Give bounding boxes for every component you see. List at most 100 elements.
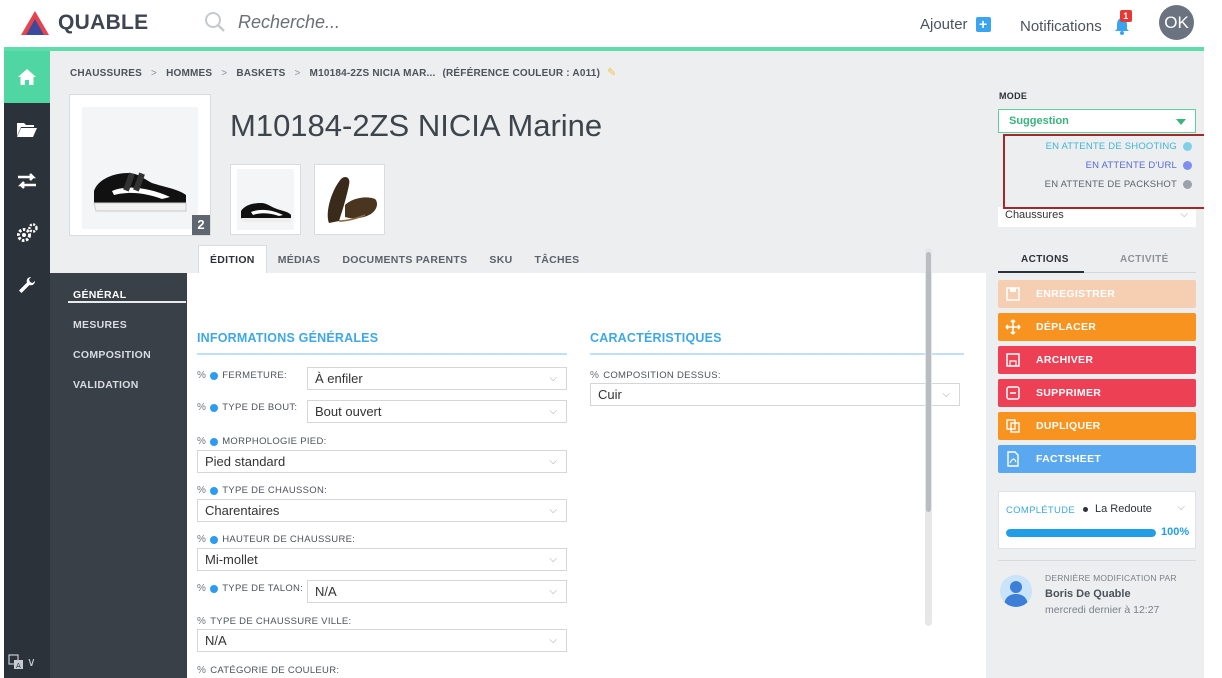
chevron-down-icon: ⌵ bbox=[549, 406, 557, 417]
language-switcher[interactable]: A ∨ bbox=[8, 654, 36, 670]
tab-activite[interactable]: ACTIVITÉ bbox=[1120, 254, 1169, 265]
chevron-down-icon[interactable]: ⌵ bbox=[1177, 502, 1185, 513]
field-label: % CATÉGORIE DE COULEUR: bbox=[197, 665, 340, 676]
field-label: % TYPE DE BOUT: bbox=[197, 402, 298, 413]
breadcrumb-separator: > bbox=[151, 68, 158, 79]
notifications-button[interactable]: Notifications 1 bbox=[1020, 10, 1132, 36]
field-label: % HAUTEUR DE CHAUSSURE: bbox=[197, 534, 356, 545]
required-dot-icon bbox=[210, 371, 219, 380]
type-de-chaussure-ville-select[interactable]: N/A ⌵ bbox=[197, 629, 567, 652]
notification-count-badge: 1 bbox=[1119, 10, 1132, 22]
completeness-label: COMPLÉTUDE bbox=[1006, 505, 1075, 516]
breadcrumb: CHAUSSURES > HOMMES > BASKETS > M10184-2ZS NIC… bbox=[70, 66, 617, 79]
move-button[interactable]: DÉPLACER bbox=[998, 313, 1196, 341]
morphologie-pied-select[interactable]: Pied standard ⌵ bbox=[197, 450, 567, 473]
thumbnail-2[interactable] bbox=[314, 164, 385, 235]
composition-dessus-select[interactable]: Cuir ⌵ bbox=[590, 383, 960, 406]
field-label: % COMPOSITION DESSUS: bbox=[590, 370, 721, 381]
section-nav-validation[interactable]: VALIDATION bbox=[73, 379, 139, 391]
percent-icon: % bbox=[197, 370, 207, 381]
tab-actions[interactable]: ACTIONS bbox=[1021, 254, 1069, 265]
breadcrumb-item[interactable]: BASKETS bbox=[236, 68, 285, 79]
factsheet-button[interactable]: FACTSHEET bbox=[998, 445, 1196, 473]
channel-select[interactable]: La Redoute bbox=[1083, 503, 1152, 515]
progress-fill bbox=[1006, 529, 1156, 537]
active-tab-underline bbox=[998, 271, 1084, 273]
chevron-down-icon: ⌵ bbox=[549, 456, 557, 467]
sidebar-item-tools[interactable] bbox=[4, 259, 50, 311]
user-avatar-icon bbox=[1000, 575, 1032, 607]
mode-label: MODE bbox=[999, 91, 1028, 101]
last-modified-date: mercredi dernier à 12:27 bbox=[1045, 604, 1160, 616]
mode-select[interactable]: Suggestion bbox=[998, 109, 1196, 133]
hauteur-de-chaussure-select[interactable]: Mi-mollet ⌵ bbox=[197, 548, 567, 571]
image-frame bbox=[82, 107, 198, 229]
right-tabs: ACTIONS ACTIVITÉ bbox=[998, 251, 1196, 273]
search-icon bbox=[205, 12, 225, 32]
top-bar: QUABLE Recherche... Ajouter + Notificati… bbox=[0, 0, 1222, 51]
last-modification: DERNIÈRE MODIFICATION PAR Boris De Quabl… bbox=[998, 560, 1196, 650]
chevron-down-icon: ⌵ bbox=[549, 554, 557, 565]
duplicate-icon bbox=[1006, 419, 1020, 433]
bullet-icon bbox=[1083, 506, 1088, 512]
transfer-arrows-icon bbox=[17, 173, 37, 189]
user-avatar[interactable]: OK bbox=[1159, 5, 1194, 40]
add-button[interactable]: Ajouter + bbox=[920, 16, 991, 33]
main-product-image[interactable]: 2 bbox=[69, 94, 211, 236]
section-divider bbox=[197, 353, 567, 355]
brand-logo[interactable]: QUABLE bbox=[20, 10, 148, 36]
scrollbar-thumb[interactable] bbox=[926, 252, 931, 512]
breadcrumb-item[interactable]: HOMMES bbox=[166, 68, 212, 79]
folder-open-icon bbox=[17, 123, 37, 137]
search-input[interactable]: Recherche... bbox=[238, 12, 340, 33]
section-nav-mesures[interactable]: MESURES bbox=[73, 319, 127, 331]
section-nav-general[interactable]: GÉNÉRAL bbox=[73, 289, 126, 301]
breadcrumb-item[interactable]: CHAUSSURES bbox=[70, 68, 142, 79]
search-bar[interactable]: Recherche... bbox=[204, 11, 340, 33]
tab-medias[interactable]: MÉDIAS bbox=[267, 248, 332, 273]
chevron-down-icon: ⌵ bbox=[549, 635, 557, 646]
document-tabs: ÉDITION MÉDIAS DOCUMENTS PARENTS SKU TÂC… bbox=[198, 245, 590, 273]
product-title: M10184-2ZS NICIA Marine bbox=[230, 108, 603, 143]
tab-edition[interactable]: ÉDITION bbox=[198, 245, 267, 273]
field-label: % MORPHOLOGIE PIED: bbox=[197, 436, 327, 447]
home-icon bbox=[18, 69, 36, 85]
sneaker-image bbox=[93, 172, 187, 212]
type-de-talon-select[interactable]: N/A ⌵ bbox=[307, 580, 567, 603]
delete-button[interactable]: SUPPRIMER bbox=[998, 379, 1196, 407]
main-sidebar: A ∨ bbox=[4, 51, 50, 678]
category-select[interactable]: Chaussures ⌵ bbox=[998, 207, 1196, 227]
breadcrumb-separator: > bbox=[294, 68, 301, 79]
type-de-bout-select[interactable]: Bout ouvert ⌵ bbox=[307, 400, 567, 423]
edit-pencil-icon[interactable]: ✎ bbox=[607, 67, 616, 79]
section-nav: GÉNÉRAL MESURES COMPOSITION VALIDATION bbox=[50, 273, 187, 678]
sidebar-item-transfers[interactable] bbox=[4, 155, 50, 207]
sneaker-thumbnail-image bbox=[237, 169, 294, 230]
last-modified-user[interactable]: Boris De Quable bbox=[1045, 588, 1131, 600]
tab-documents-parents[interactable]: DOCUMENTS PARENTS bbox=[331, 248, 478, 273]
duplicate-button[interactable]: DUPLIQUER bbox=[998, 412, 1196, 440]
image-count-badge: 2 bbox=[192, 215, 210, 235]
sidebar-item-home[interactable] bbox=[4, 51, 50, 103]
right-panel: MODE Suggestion EN ATTENTE DE SHOOTING E… bbox=[988, 51, 1218, 678]
gears-icon bbox=[17, 223, 38, 242]
archive-button[interactable]: ARCHIVER bbox=[998, 346, 1196, 374]
pdf-icon bbox=[1007, 451, 1019, 467]
tab-taches[interactable]: TÂCHES bbox=[523, 248, 590, 273]
field-label: % TYPE DE CHAUSSON: bbox=[197, 485, 328, 496]
chevron-down-icon: ∨ bbox=[27, 655, 36, 669]
window-edge bbox=[1204, 51, 1222, 678]
thumbnail-1[interactable] bbox=[230, 164, 301, 235]
chevron-down-icon: ⌵ bbox=[1180, 209, 1188, 220]
sidebar-item-settings[interactable] bbox=[4, 207, 50, 259]
bell-icon: 1 bbox=[1112, 10, 1132, 36]
wrench-icon bbox=[19, 277, 35, 293]
tab-sku[interactable]: SKU bbox=[478, 248, 523, 273]
section-nav-composition[interactable]: COMPOSITION bbox=[73, 349, 151, 361]
completeness-progress-bar bbox=[1006, 529, 1156, 537]
sidebar-item-folders[interactable] bbox=[4, 103, 50, 155]
type-de-chausson-select[interactable]: Charentaires ⌵ bbox=[197, 499, 567, 522]
add-label: Ajouter bbox=[920, 16, 968, 33]
save-button[interactable]: ENREGISTRER bbox=[998, 280, 1196, 308]
fermeture-select[interactable]: À enfiler ⌵ bbox=[307, 367, 567, 390]
